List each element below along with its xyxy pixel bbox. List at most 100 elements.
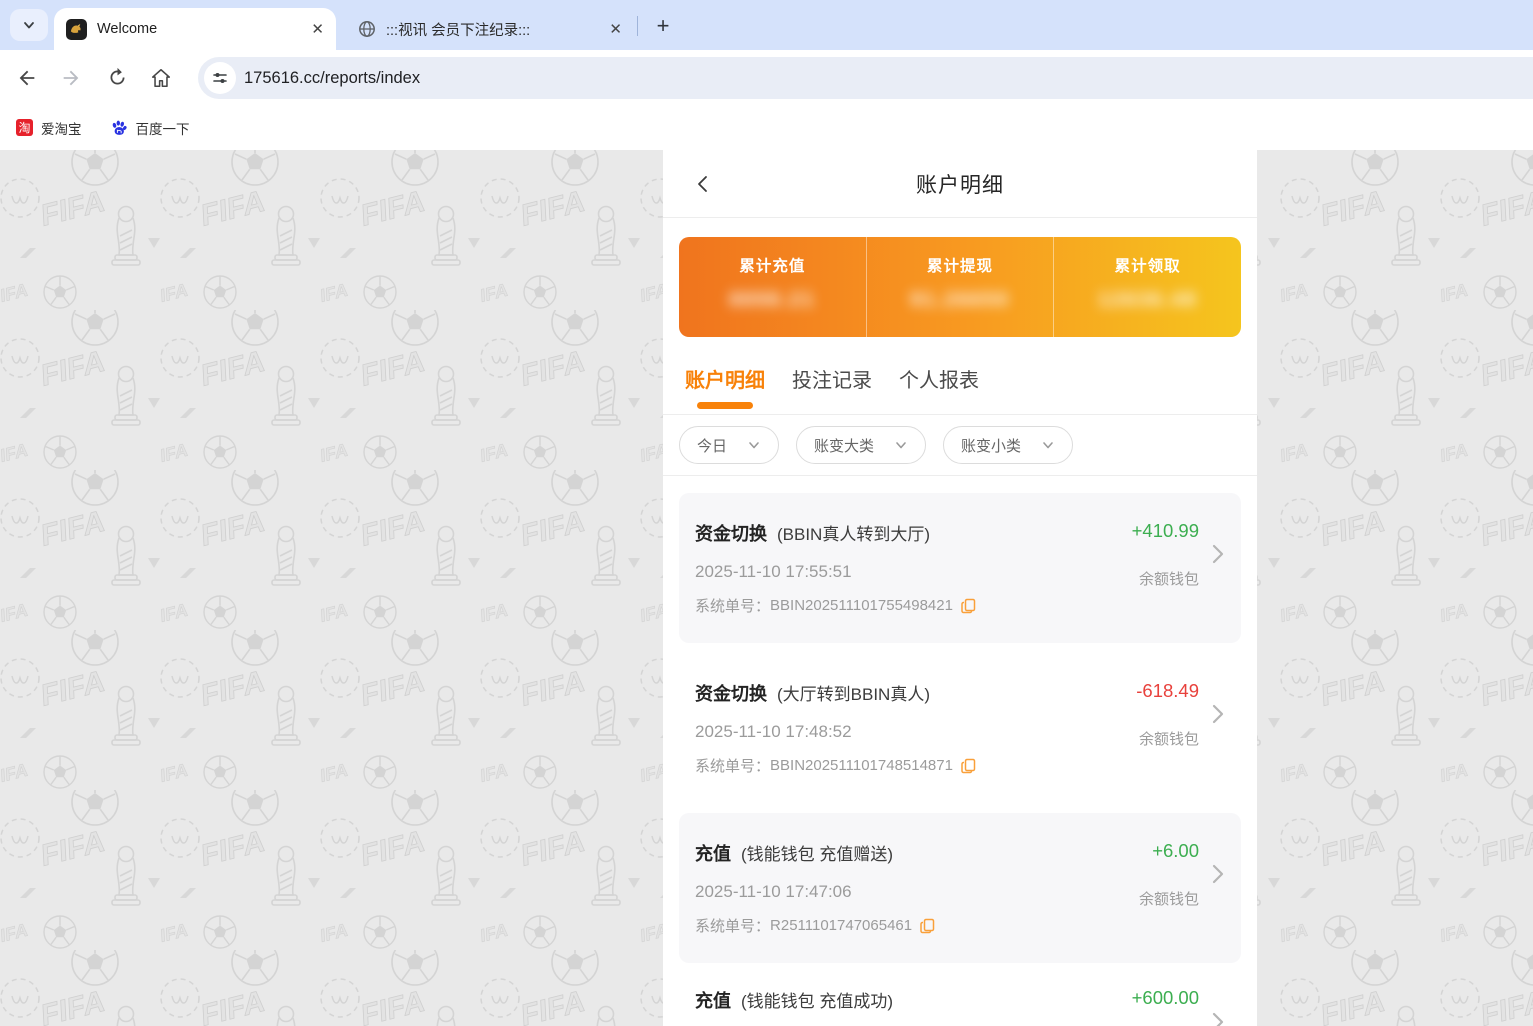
chevron-left-icon (693, 174, 713, 194)
browser-toolbar: 175616.cc/reports/index (0, 50, 1533, 105)
record-detail: (钱能钱包 充值赠送) (741, 840, 893, 865)
filter-label: 账变大类 (814, 435, 874, 456)
bookmark-baidu[interactable]: 百度一下 (110, 118, 190, 138)
account-detail-panel: 账户明细 累计充值 8898.21 累计提现 91.26650 累计领取 126… (663, 150, 1257, 1026)
chevron-right-icon (1209, 1011, 1227, 1026)
record-detail: (大厅转到BBIN真人) (777, 680, 930, 705)
record-order: 系统单号： BBIN202511101755498421 (695, 595, 1091, 616)
filter-minor-category-dropdown[interactable]: 账变小类 (943, 426, 1073, 464)
record-row[interactable]: 资金切换 (BBIN真人转到大厅) 2025-11-10 17:55:51 系统… (679, 493, 1241, 643)
summary-value-masked: 12636.48 (1098, 289, 1197, 312)
tab-search-button[interactable] (10, 9, 48, 41)
order-number: R2511101747065461 (770, 917, 912, 934)
reload-icon (107, 67, 128, 88)
bookmark-label: 爱淘宝 (41, 118, 82, 138)
arrow-left-icon (16, 67, 38, 89)
copy-icon[interactable] (920, 918, 936, 934)
record-datetime: 2025-11-10 17:48:52 (695, 722, 1091, 742)
bookmark-label: 百度一下 (136, 118, 190, 138)
gold-dragon-icon (66, 19, 87, 40)
chevron-down-icon (747, 438, 761, 452)
browser-tab-strip: Welcome ✕ :::视讯 会员下注纪录::: ✕ + (0, 0, 1533, 50)
browser-tab-betting-records[interactable]: :::视讯 会员下注纪录::: ✕ (346, 8, 634, 50)
order-label: 系统单号： (695, 915, 770, 936)
filter-label: 账变小类 (961, 435, 1021, 456)
tune-sliders-icon (212, 70, 228, 86)
record-order: 系统单号： BBIN202511101748514871 (695, 755, 1091, 776)
record-datetime: 2025-11-10 17:55:51 (695, 562, 1091, 582)
chevron-down-icon (894, 438, 908, 452)
copy-icon[interactable] (961, 598, 977, 614)
record-row[interactable]: 充值 (钱能钱包 充值成功) 2025-11-10 17:47:06 +600.… (679, 973, 1241, 1026)
globe-icon (358, 20, 376, 38)
tab-personal-report[interactable]: 个人报表 (899, 364, 979, 414)
page-background: FIFA (0, 150, 1533, 1026)
tab-divider (637, 16, 638, 36)
filters-row: 今日 账变大类 账变小类 (663, 415, 1257, 476)
summary-label: 累计提现 (927, 254, 993, 276)
tab-title: :::视讯 会员下注纪录::: (386, 19, 601, 40)
reload-button[interactable] (100, 61, 134, 95)
record-row[interactable]: 充值 (钱能钱包 充值赠送) 2025-11-10 17:47:06 系统单号：… (679, 813, 1241, 963)
chevron-right-icon (1209, 703, 1227, 725)
chevron-right-icon (1209, 863, 1227, 885)
back-button[interactable] (10, 61, 44, 95)
section-tabs: 账户明细 投注记录 个人报表 (663, 337, 1257, 415)
arrow-right-icon (60, 67, 82, 89)
bookmark-aitaobao[interactable]: 淘 爱淘宝 (16, 118, 82, 138)
record-amount: +410.99 (1132, 520, 1199, 542)
filter-date-dropdown[interactable]: 今日 (679, 426, 779, 464)
record-amount: -618.49 (1136, 680, 1199, 702)
order-label: 系统单号： (695, 595, 770, 616)
order-label: 系统单号： (695, 755, 770, 776)
record-row[interactable]: 资金切换 (大厅转到BBIN真人) 2025-11-10 17:48:52 系统… (679, 653, 1241, 803)
url-text[interactable]: 175616.cc/reports/index (244, 69, 420, 88)
tab-account-detail[interactable]: 账户明细 (685, 364, 765, 414)
record-detail: (钱能钱包 充值成功) (741, 987, 893, 1012)
taobao-icon: 淘 (16, 119, 33, 136)
url-bar[interactable]: 175616.cc/reports/index (198, 57, 1533, 99)
page-title: 账户明细 (916, 169, 1004, 199)
panel-header: 账户明细 (663, 150, 1257, 218)
record-list: 资金切换 (BBIN真人转到大厅) 2025-11-10 17:55:51 系统… (663, 476, 1257, 1026)
summary-value-masked: 91.26650 (910, 289, 1009, 312)
site-info-button[interactable] (204, 62, 236, 94)
order-number: BBIN202511101748514871 (770, 757, 953, 774)
total-deposit: 累计充值 8898.21 (679, 237, 866, 337)
bookmarks-bar: 淘 爱淘宝 百度一下 (0, 105, 1533, 150)
total-claimed: 累计领取 12636.48 (1053, 237, 1241, 337)
back-button[interactable] (689, 170, 717, 198)
chevron-down-icon (22, 18, 36, 32)
baidu-paw-icon (110, 119, 128, 137)
filter-major-category-dropdown[interactable]: 账变大类 (796, 426, 926, 464)
tab-close-icon[interactable]: ✕ (311, 20, 324, 38)
tab-close-icon[interactable]: ✕ (609, 20, 622, 38)
tab-title: Welcome (97, 21, 303, 37)
record-wallet: 余额钱包 (1132, 568, 1199, 589)
home-icon (150, 67, 172, 89)
record-type: 充值 (695, 840, 731, 866)
new-tab-button[interactable]: + (648, 11, 678, 41)
forward-button[interactable] (54, 61, 88, 95)
record-type: 充值 (695, 987, 731, 1013)
record-detail: (BBIN真人转到大厅) (777, 520, 930, 545)
summary-label: 累计领取 (1115, 254, 1181, 276)
record-wallet: 余额钱包 (1136, 728, 1199, 749)
tab-bet-records[interactable]: 投注记录 (792, 364, 872, 414)
totals-summary-card: 累计充值 8898.21 累计提现 91.26650 累计领取 12636.48 (679, 237, 1241, 337)
chevron-down-icon (1041, 438, 1055, 452)
record-order: 系统单号： R2511101747065461 (695, 915, 1091, 936)
browser-tab-welcome[interactable]: Welcome ✕ (54, 8, 336, 50)
chevron-right-icon (1209, 543, 1227, 565)
record-amount: +600.00 (1132, 987, 1199, 1009)
summary-value-masked: 8898.21 (729, 289, 815, 312)
total-withdrawal: 累计提现 91.26650 (866, 237, 1054, 337)
record-amount: +6.00 (1139, 840, 1199, 862)
home-button[interactable] (144, 61, 178, 95)
record-wallet: 余额钱包 (1139, 888, 1199, 909)
record-type: 资金切换 (695, 680, 767, 706)
summary-label: 累计充值 (739, 254, 805, 276)
record-datetime: 2025-11-10 17:47:06 (695, 882, 1091, 902)
filter-label: 今日 (697, 435, 727, 456)
copy-icon[interactable] (961, 758, 977, 774)
